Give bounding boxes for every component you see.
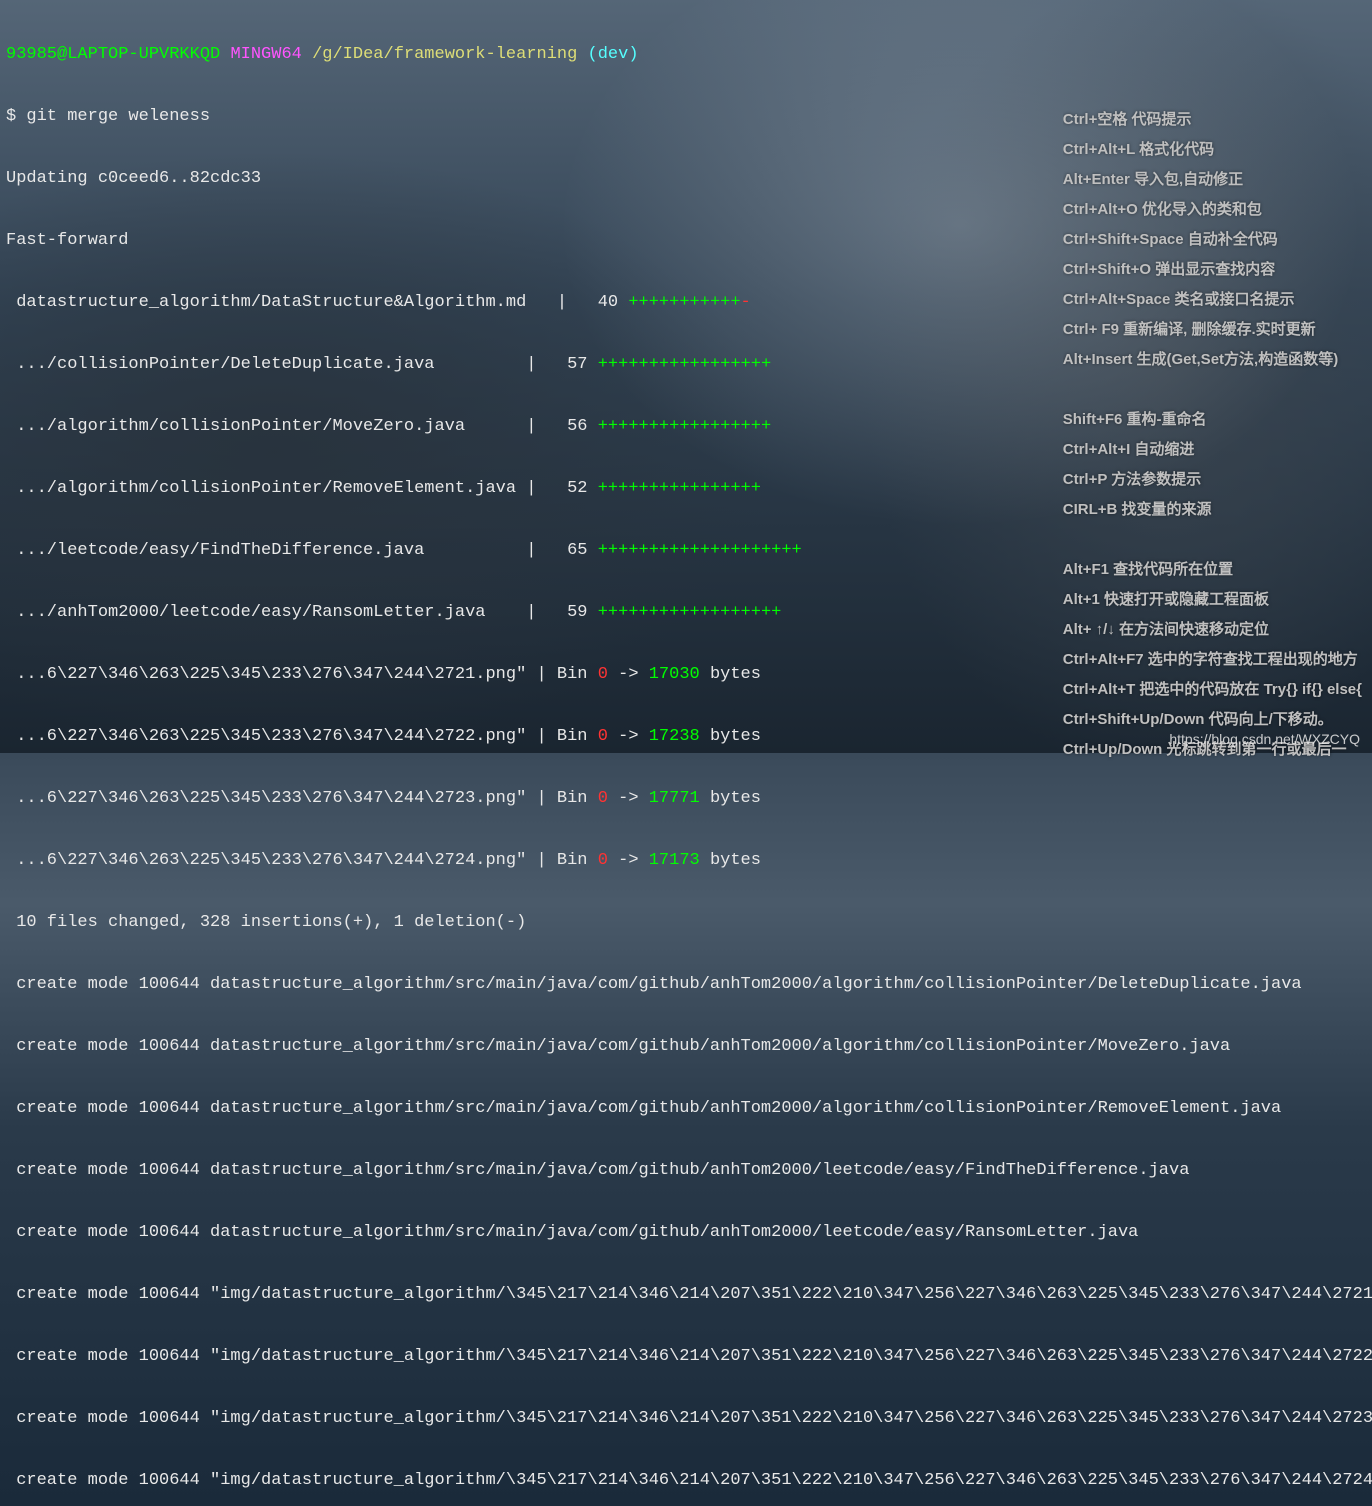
create-mode-row: create mode 100644 datastructure_algorit…	[6, 1155, 1372, 1186]
create-mode-row: create mode 100644 "img/datastructure_al…	[6, 1465, 1372, 1496]
shortcut-item: Ctrl+Shift+Space 自动补全代码	[1063, 225, 1362, 255]
shortcut-item: Ctrl+Alt+Space 类名或接口名提示	[1063, 285, 1362, 315]
prompt-user: 93985@LAPTOP-UPVRKKQD	[6, 45, 220, 64]
bin-diff-row: ...6\227\346\263\225\345\233\276\347\244…	[6, 783, 1372, 814]
shortcut-item: Ctrl+空格 代码提示	[1063, 105, 1362, 135]
bin-diff-row: ...6\227\346\263\225\345\233\276\347\244…	[6, 845, 1372, 876]
create-mode-row: create mode 100644 datastructure_algorit…	[6, 1093, 1372, 1124]
create-mode-row: create mode 100644 datastructure_algorit…	[6, 969, 1372, 1000]
shortcut-item: Ctrl+Alt+I 自动缩进	[1063, 435, 1362, 465]
create-mode-row: create mode 100644 "img/datastructure_al…	[6, 1403, 1372, 1434]
shortcut-item: Ctrl+ F9 重新编译, 删除缓存.实时更新	[1063, 315, 1362, 345]
prompt-line: 93985@LAPTOP-UPVRKKQD MINGW64 /g/IDea/fr…	[6, 39, 1372, 70]
create-mode-row: create mode 100644 "img/datastructure_al…	[6, 1341, 1372, 1372]
shortcut-item: Alt+Enter 导入包,自动修正	[1063, 165, 1362, 195]
shortcut-item: Alt+F1 查找代码所在位置	[1063, 555, 1362, 585]
prompt-path: /g/IDea/framework-learning	[312, 45, 577, 64]
prompt-branch: (dev)	[588, 45, 639, 64]
shortcut-item: Shift+F6 重构-重命名	[1063, 405, 1362, 435]
shortcut-item: Ctrl+Alt+L 格式化代码	[1063, 135, 1362, 165]
shortcuts-overlay: Ctrl+空格 代码提示 Ctrl+Alt+L 格式化代码 Alt+Enter …	[1063, 105, 1362, 765]
summary-line: 10 files changed, 328 insertions(+), 1 d…	[6, 907, 1372, 938]
shortcut-item: Ctrl+Alt+T 把选中的代码放在 Try{} if{} else{	[1063, 675, 1362, 705]
shortcut-item: Alt+1 快速打开或隐藏工程面板	[1063, 585, 1362, 615]
create-mode-row: create mode 100644 datastructure_algorit…	[6, 1031, 1372, 1062]
shortcut-item: Ctrl+P 方法参数提示	[1063, 465, 1362, 495]
shortcut-item: CIRL+B 找变量的来源	[1063, 495, 1362, 525]
prompt-env: MINGW64	[230, 45, 301, 64]
shortcut-item: Ctrl+Alt+F7 选中的字符查找工程出现的地方	[1063, 645, 1362, 675]
shortcut-item: Ctrl+Alt+O 优化导入的类和包	[1063, 195, 1362, 225]
shortcut-item: Alt+Insert 生成(Get,Set方法,构造函数等)	[1063, 345, 1362, 375]
watermark-text: https://blog.csdn.net/WXZCYQ	[1169, 731, 1360, 747]
create-mode-row: create mode 100644 "img/datastructure_al…	[6, 1279, 1372, 1310]
shortcut-item: Alt+ ↑/↓ 在方法间快速移动定位	[1063, 615, 1362, 645]
create-mode-row: create mode 100644 datastructure_algorit…	[6, 1217, 1372, 1248]
shortcut-item: Ctrl+Shift+O 弹出显示查找内容	[1063, 255, 1362, 285]
